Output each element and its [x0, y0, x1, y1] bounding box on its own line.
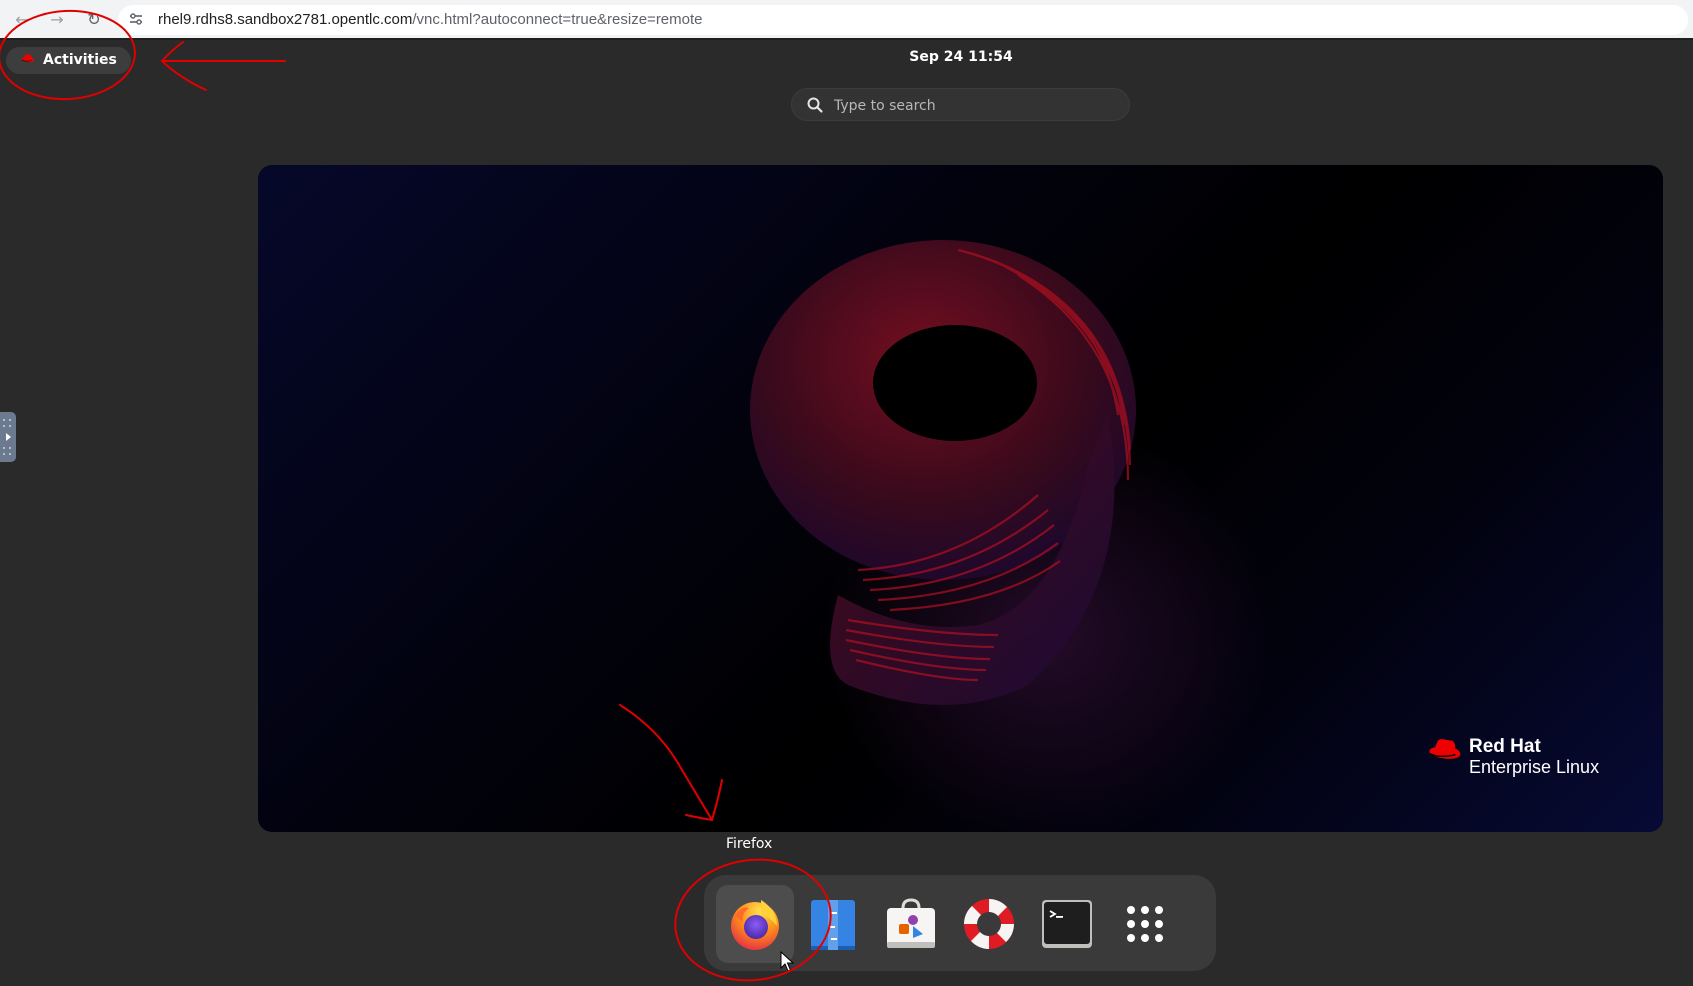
mouse-pointer-icon: [780, 951, 795, 972]
brand-line-1: Red Hat: [1469, 736, 1541, 757]
vnc-control-bar-handle[interactable]: [0, 412, 16, 462]
dash-item-help[interactable]: [950, 885, 1028, 963]
dash-item-terminal[interactable]: [1028, 885, 1106, 963]
dash-tooltip: Firefox: [726, 836, 773, 852]
forward-arrow-icon[interactable]: →: [45, 8, 69, 32]
firefox-icon: [731, 900, 779, 950]
url-path: /vnc.html?autoconnect=true&resize=remote: [412, 11, 703, 28]
activities-button[interactable]: Activities: [6, 47, 131, 74]
dash-item-show-apps[interactable]: [1106, 885, 1184, 963]
redhat-enterprise-linux-logo: Red Hat Enterprise Linux: [1425, 736, 1615, 782]
redhat-hat-icon: [1429, 739, 1461, 759]
search-input[interactable]: [832, 89, 1116, 122]
search-box[interactable]: [791, 88, 1130, 122]
redhat-logo-icon: [20, 47, 35, 74]
back-arrow-icon[interactable]: ←: [10, 8, 34, 32]
workspace-thumbnail[interactable]: Red Hat Enterprise Linux: [258, 165, 1663, 832]
rhel9-wallpaper-art: [750, 240, 1136, 705]
site-settings-icon[interactable]: [128, 11, 146, 29]
brand-line-2: Enterprise Linux: [1469, 757, 1600, 777]
url-host: rhel9.rdhs8.sandbox2781.opentlc.com: [158, 11, 413, 28]
app-grid-icon: [1127, 906, 1163, 942]
url-text[interactable]: rhel9.rdhs8.sandbox2781.opentlc.com/vnc.…: [158, 11, 703, 28]
expand-arrow-icon: [3, 419, 11, 455]
terminal-icon: [1042, 900, 1092, 948]
reload-icon[interactable]: ↻: [82, 8, 106, 32]
address-bar[interactable]: rhel9.rdhs8.sandbox2781.opentlc.com/vnc.…: [118, 5, 1688, 35]
files-icon: [811, 900, 855, 950]
search-icon: [806, 96, 824, 114]
clock[interactable]: Sep 24 11:54: [861, 49, 1061, 65]
dash-item-files[interactable]: [794, 885, 872, 963]
browser-toolbar: ← → ↻ rhel9.rdhs8.sandbox2781.opentlc.co…: [0, 0, 1693, 40]
dash-item-software[interactable]: [872, 885, 950, 963]
software-icon: [887, 898, 935, 948]
activities-label: Activities: [43, 52, 117, 68]
help-lifebuoy-icon: [964, 899, 1014, 949]
